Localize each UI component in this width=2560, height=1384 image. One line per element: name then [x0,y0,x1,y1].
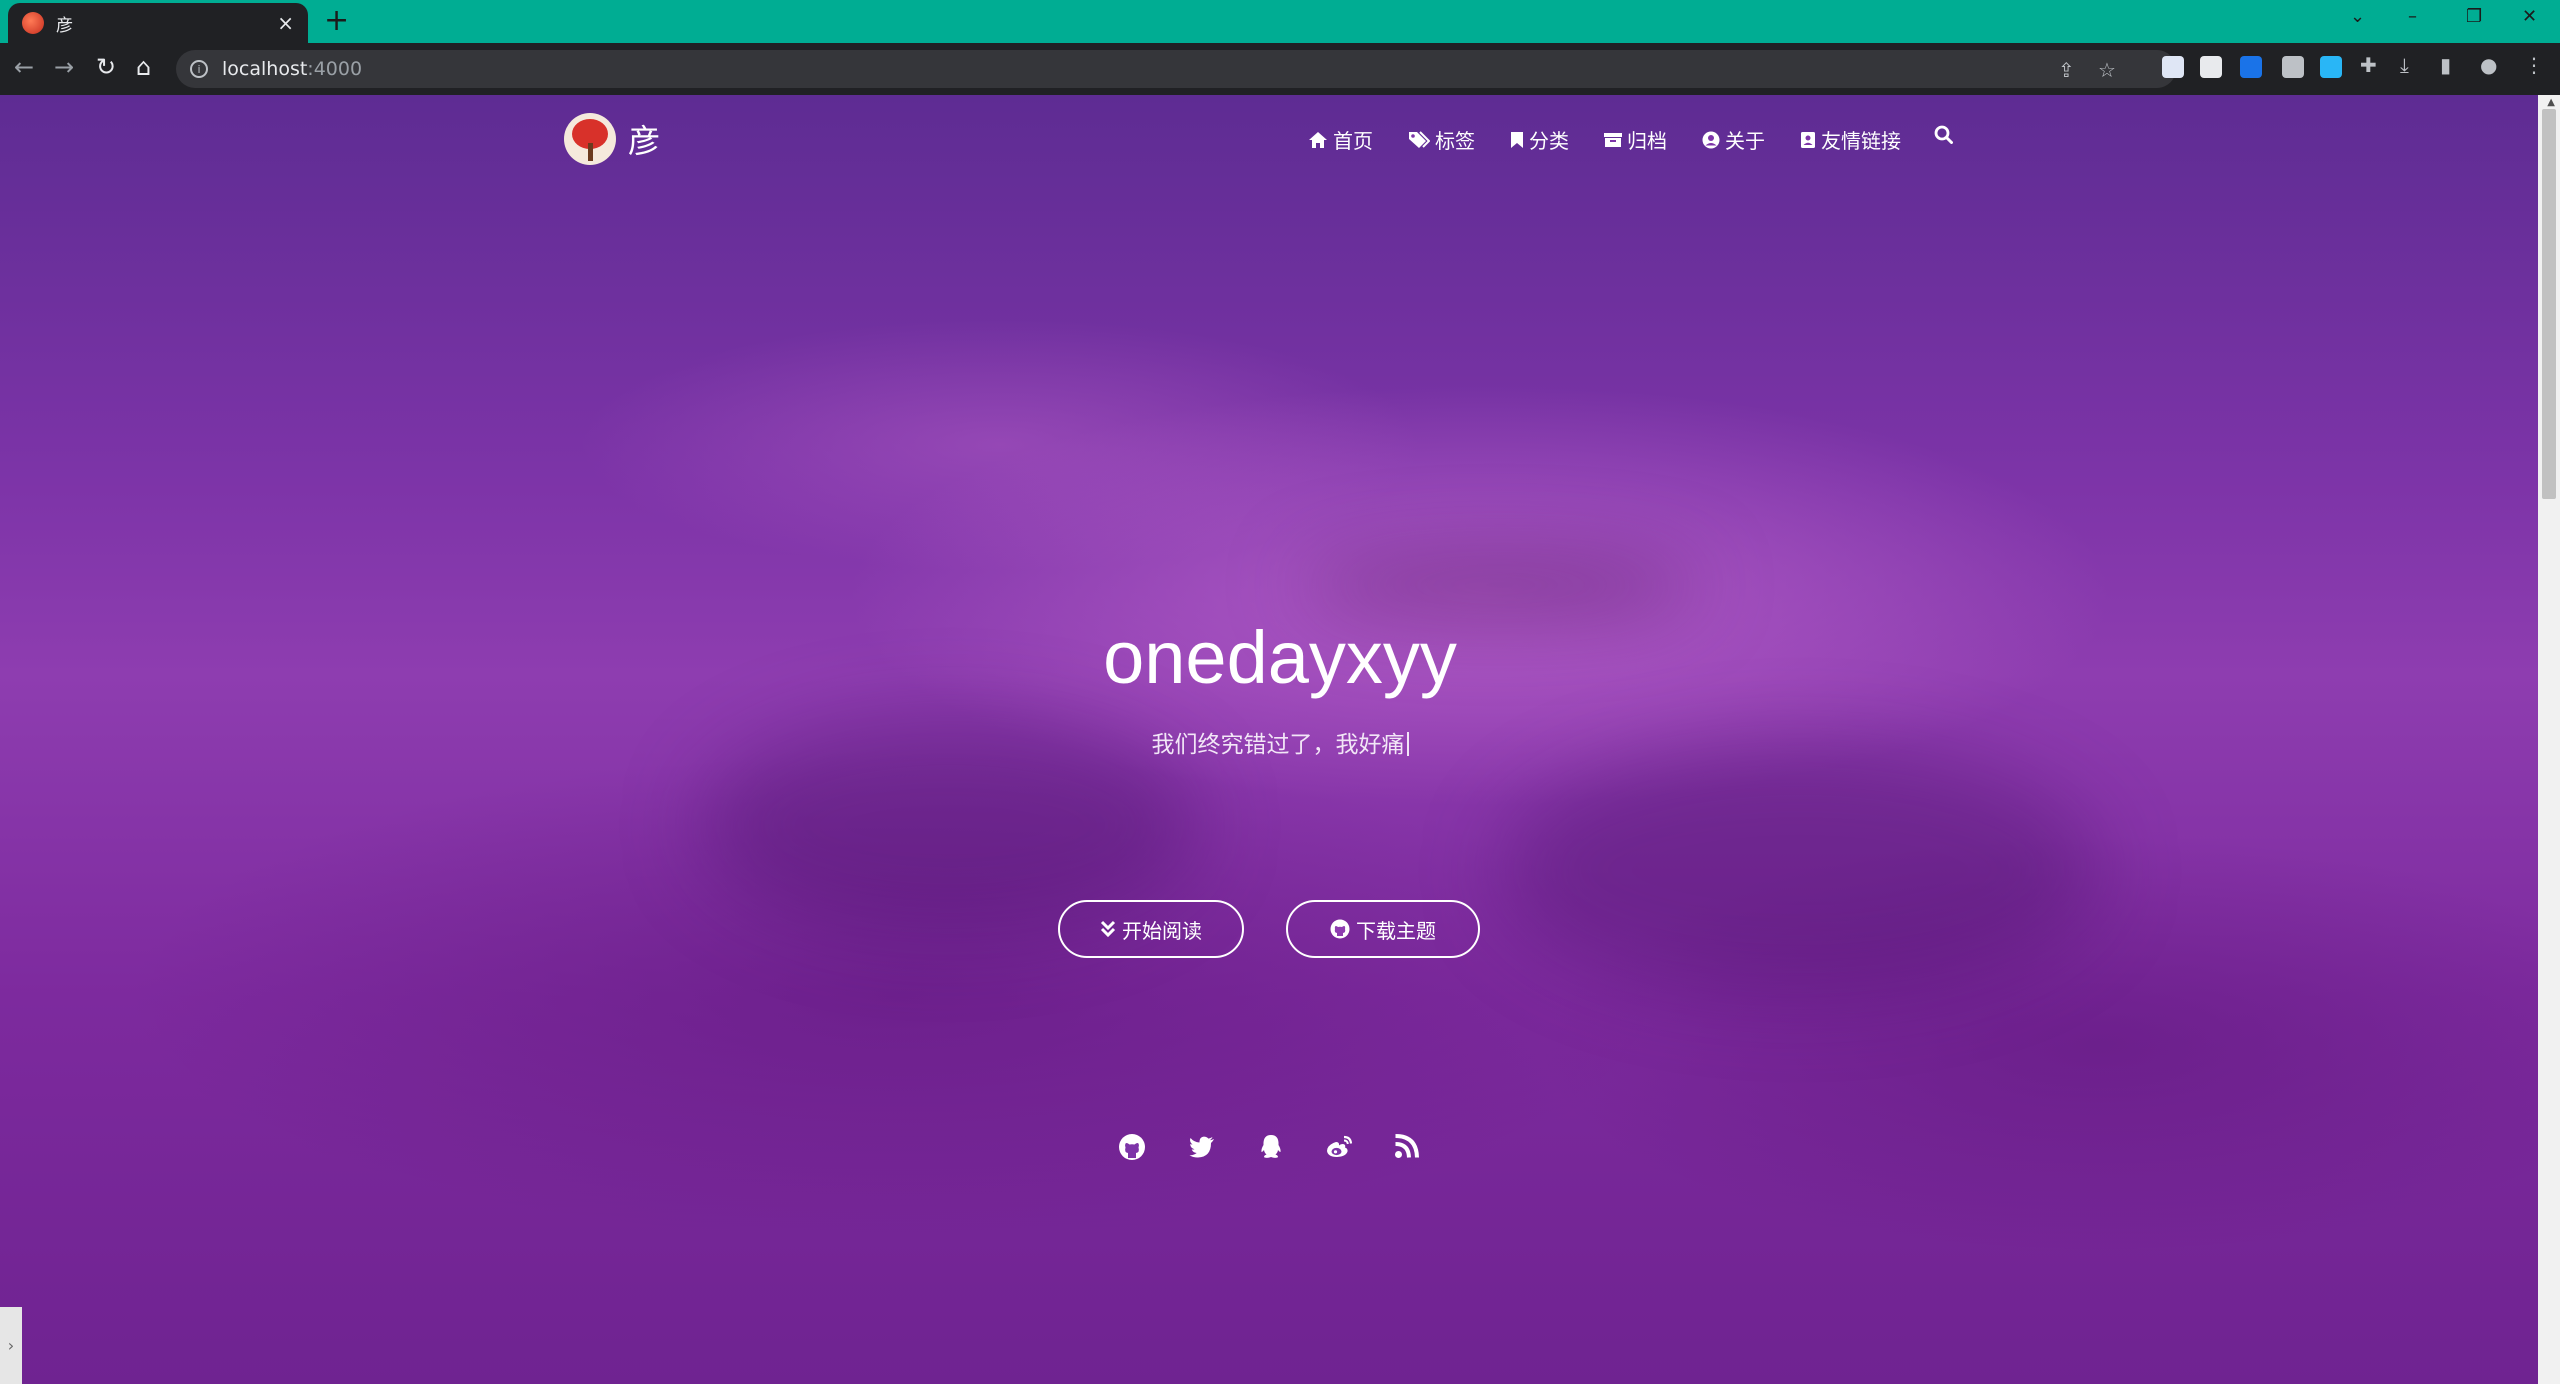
extension-5-icon[interactable] [2320,56,2342,78]
download-theme-button[interactable]: 下载主题 [1286,900,1480,958]
cloud-shape [1500,745,2100,995]
typing-cursor [1406,732,1409,756]
bookmark-star-icon[interactable]: ☆ [2098,58,2116,82]
profile-icon[interactable]: ● [2480,53,2497,77]
nav-label: 标签 [1435,129,1475,153]
nav-label: 归档 [1627,129,1667,153]
hero-subtitle-text: 我们终究错过了，我好痛 [1151,732,1405,758]
download-theme-label: 下载主题 [1356,918,1436,943]
url-port: :4000 [307,58,363,80]
archive-icon [1604,132,1622,147]
new-tab-button[interactable]: + [324,4,349,38]
download-icon[interactable]: ⤓ [2400,53,2409,77]
hero-title: onedayxyy [1103,616,1457,699]
site-info-icon[interactable]: i [190,60,208,78]
cloud-shape [1300,555,1700,615]
search-icon [1934,125,1953,144]
qq-icon[interactable] [1258,1133,1284,1161]
nav-tags[interactable]: 标签 [1408,125,1475,154]
nav-friend-links[interactable]: 友情链接 [1800,125,1901,154]
browser-tab[interactable]: 彦 × [8,3,308,43]
angle-double-down-icon [1100,920,1116,938]
nav-label: 分类 [1529,129,1569,153]
start-reading-label: 开始阅读 [1122,918,1202,943]
github-icon [1330,919,1350,939]
start-reading-button[interactable]: 开始阅读 [1058,900,1244,958]
github-icon[interactable] [1118,1133,1146,1161]
url-host: localhost [222,58,308,80]
reload-icon[interactable]: ↻ [96,53,116,81]
browser-toolbar: ← → ↻ ⌂ i localhost :4000 ⇪ ☆ ✚ ⤓ ▮ ● ⋮ [0,43,2560,95]
side-expand-tab[interactable]: › [0,1307,22,1384]
twitter-icon[interactable] [1188,1133,1216,1161]
tab-search-button[interactable]: ⌄ [2350,6,2365,27]
site-logo[interactable]: 彦 [564,113,660,165]
nav-categories[interactable]: 分类 [1510,125,1569,154]
close-window-button[interactable]: ✕ [2522,6,2537,27]
back-icon[interactable]: ← [14,53,34,81]
nav-label: 首页 [1333,129,1373,153]
extension-3-icon[interactable] [2240,56,2262,78]
rss-icon[interactable] [1394,1133,1420,1159]
forward-icon[interactable]: → [54,53,74,81]
browser-tabstrip: 彦 × + ⌄ – ❐ ✕ [0,0,2560,43]
page-viewport: 彦 首页 标签 分类 归档 关于 友情链接 onedayxyy 我们终究错过了，… [0,95,2560,1384]
nav-home[interactable]: 首页 [1308,125,1373,154]
minimize-button[interactable]: – [2408,6,2417,27]
hero-subtitle: 我们终究错过了，我好痛 [0,725,2560,759]
side-panel-icon[interactable]: ▮ [2440,53,2451,77]
scroll-up-arrow-icon[interactable]: ▲ [2547,97,2555,108]
extensions-puzzle-icon[interactable]: ✚ [2360,53,2377,77]
address-bar[interactable]: i localhost :4000 ⇪ ☆ [176,50,2176,88]
user-circle-icon [1702,131,1720,148]
logo-text: 彦 [628,122,661,160]
tags-icon [1409,130,1430,148]
address-book-icon [1801,131,1815,148]
extension-2-icon[interactable] [2200,56,2222,78]
scrollbar-thumb[interactable] [2542,109,2556,499]
tab-favicon-icon [22,12,44,34]
menu-kebab-icon[interactable]: ⋮ [2524,53,2544,77]
restore-button[interactable]: ❐ [2466,6,2482,27]
nav-about[interactable]: 关于 [1702,125,1765,154]
tab-close-button[interactable]: × [277,11,294,35]
page-scrollbar[interactable]: ▲ [2538,95,2560,1384]
nav-label: 友情链接 [1821,129,1901,153]
nav-search[interactable] [1934,125,1958,144]
extension-4-icon[interactable] [2282,56,2304,78]
nav-label: 关于 [1725,129,1765,153]
home-icon [1309,131,1327,148]
weibo-icon[interactable] [1324,1133,1354,1161]
extension-1-icon[interactable] [2162,56,2184,78]
tab-title: 彦 [56,15,73,36]
nav-archive[interactable]: 归档 [1604,125,1667,154]
share-icon[interactable]: ⇪ [2058,58,2075,82]
home-button-icon[interactable]: ⌂ [136,53,151,81]
logo-avatar [564,113,616,165]
bookmark-icon [1511,131,1523,148]
